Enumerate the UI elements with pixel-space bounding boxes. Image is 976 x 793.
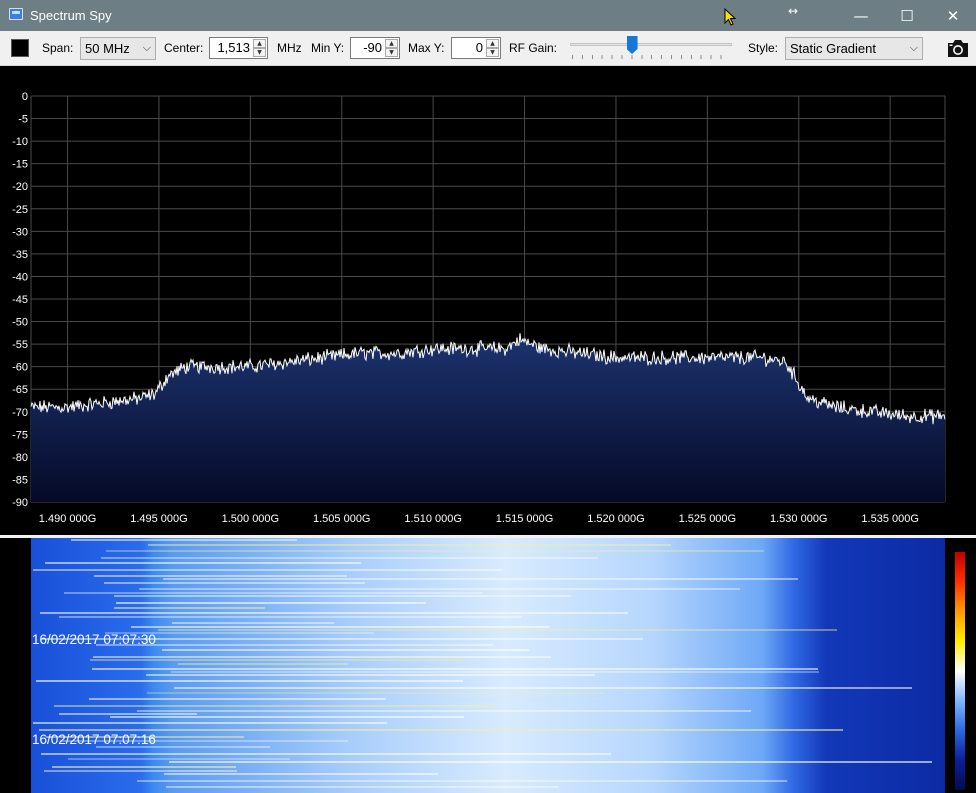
y-tick-label: -75 (12, 429, 28, 441)
style-select[interactable]: Static Gradient ⌵ (785, 37, 923, 60)
max-y-input[interactable]: 0 ▲ ▼ (451, 37, 501, 59)
rf-gain-slider-thumb[interactable] (626, 36, 638, 54)
spin-up-icon[interactable]: ▲ (253, 39, 266, 48)
span-value: 50 MHz (85, 41, 130, 56)
app-window: Spectrum Spy ↔ — ☐ ✕ Span: 50 MHz ⌵ Cent… (0, 0, 976, 793)
x-tick-label: 1.505 000G (313, 513, 371, 525)
min-y-value: -90 (363, 40, 382, 55)
style-label: Style: (748, 41, 779, 55)
waterfall-timestamp: 16/02/2017 07:07:30 (32, 632, 156, 647)
rf-gain-ticks (572, 55, 730, 59)
spin-down-icon[interactable]: ▼ (385, 48, 398, 57)
y-axis-tick-labels: 0 -5 -10 -15 -20 -25 -30 -35 -40 -45 -50 -55 -60 -65 -… (12, 91, 28, 509)
y-tick-label: -90 (12, 497, 28, 509)
toolbar: Span: 50 MHz ⌵ Center: 1,513 ▲ ▼ MHz Min… (0, 31, 976, 66)
title-bar[interactable]: Spectrum Spy ↔ — ☐ ✕ (0, 0, 976, 31)
x-tick-label: 1.500 000G (222, 513, 280, 525)
spin-up-icon[interactable]: ▲ (486, 39, 499, 48)
rf-gain-slider[interactable] (570, 43, 732, 46)
spin-down-icon[interactable]: ▼ (486, 48, 499, 57)
center-unit-label: MHz (277, 41, 302, 55)
resize-icon: ↔ (788, 4, 799, 18)
y-tick-label: -40 (12, 271, 28, 283)
mouse-cursor-icon (724, 8, 736, 26)
x-tick-label: 1.495 000G (130, 513, 188, 525)
color-scale-bar (955, 552, 965, 790)
x-tick-label: 1.520 000G (587, 513, 645, 525)
spin-up-icon[interactable]: ▲ (385, 39, 398, 48)
y-tick-label: -50 (12, 317, 28, 329)
y-tick-label: -55 (12, 339, 28, 351)
x-tick-label: 1.535 000G (861, 513, 919, 525)
y-tick-label: -70 (12, 407, 28, 419)
rf-gain-label: RF Gain: (509, 41, 558, 55)
style-value: Static Gradient (790, 41, 876, 56)
y-tick-label: -5 (18, 114, 28, 126)
minimize-icon: — (853, 6, 869, 25)
max-y-label: Max Y: (408, 41, 445, 55)
y-tick-label: -15 (12, 159, 28, 171)
y-tick-label: -20 (12, 181, 28, 193)
center-value: 1,513 (217, 40, 250, 55)
x-tick-label: 1.525 000G (679, 513, 737, 525)
window-title: Spectrum Spy (30, 8, 112, 23)
center-label: Center: (164, 41, 204, 55)
min-y-label: Min Y: (311, 41, 345, 55)
waterfall-timestamp: 16/02/2017 07:07:16 (32, 732, 156, 747)
x-axis-tick-labels: 1.490 000G 1.495 000G 1.500 000G 1.505 000G… (39, 513, 919, 525)
y-tick-label: -30 (12, 226, 28, 238)
max-y-value: 0 (475, 40, 483, 55)
y-tick-label: -65 (12, 384, 28, 396)
trace-color-button[interactable] (11, 39, 29, 57)
close-icon: ✕ (946, 6, 960, 25)
maximize-icon: ☐ (900, 6, 914, 25)
y-tick-label: -35 (12, 249, 28, 261)
maximize-button[interactable]: ☐ (884, 0, 930, 31)
y-tick-label: -85 (12, 474, 28, 486)
y-tick-label: 0 (22, 91, 28, 103)
app-icon (9, 8, 23, 20)
camera-icon[interactable] (946, 37, 970, 59)
spin-down-icon[interactable]: ▼ (253, 48, 266, 57)
y-tick-label: -80 (12, 452, 28, 464)
waterfall-chart: 16/02/2017 07:07:30 16/02/2017 07:07:16 (31, 538, 965, 793)
spectrum-plot[interactable]: 0 -5 -10 -15 -20 -25 -30 -35 -40 -45 -50 -55 -60 -65 -… (0, 66, 976, 535)
waterfall-display[interactable]: 16/02/2017 07:07:30 16/02/2017 07:07:16 (0, 538, 976, 793)
span-label: Span: (42, 41, 74, 55)
x-tick-label: 1.530 000G (770, 513, 828, 525)
x-tick-label: 1.490 000G (39, 513, 97, 525)
y-tick-label: -45 (12, 294, 28, 306)
minimize-button[interactable]: — (838, 0, 884, 31)
x-tick-label: 1.510 000G (404, 513, 462, 525)
close-button[interactable]: ✕ (930, 0, 976, 31)
chevron-down-icon: ⌵ (142, 41, 151, 54)
spectrum-chart: 0 -5 -10 -15 -20 -25 -30 -35 -40 -45 -50 -55 -60 -65 -… (12, 91, 946, 525)
center-input[interactable]: 1,513 ▲ ▼ (209, 37, 268, 59)
y-tick-label: -10 (12, 136, 28, 148)
y-tick-label: -25 (12, 204, 28, 216)
min-y-input[interactable]: -90 ▲ ▼ (350, 37, 400, 59)
chevron-down-icon: ⌵ (909, 41, 918, 54)
x-tick-label: 1.515 000G (496, 513, 554, 525)
y-tick-label: -60 (12, 362, 28, 374)
span-select[interactable]: 50 MHz ⌵ (80, 37, 156, 60)
spectrum-fill (31, 333, 945, 502)
